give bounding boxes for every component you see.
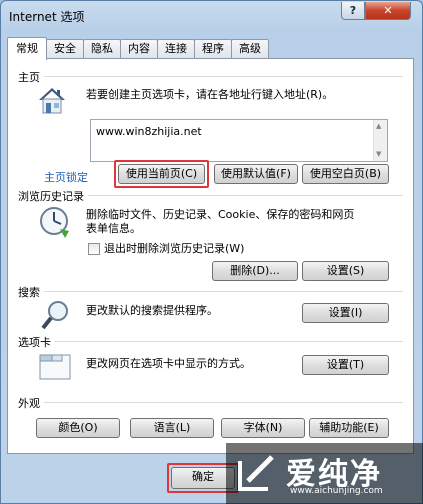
- tabs-group-label: 选项卡: [18, 334, 55, 350]
- delete-on-exit-label: 退出时删除浏览历史记录(W): [104, 242, 245, 255]
- watermark-overlay: 爱纯净 www.aichunjing.com: [226, 443, 423, 504]
- tabs-group-line: [18, 341, 403, 342]
- watermark-logo-icon: [238, 455, 274, 491]
- homepage-lock-link[interactable]: 主页锁定: [44, 169, 88, 185]
- fonts-button[interactable]: 字体(N): [221, 418, 305, 438]
- history-settings-button[interactable]: 设置(S): [302, 261, 389, 281]
- use-current-button[interactable]: 使用当前页(C): [118, 164, 205, 184]
- use-default-button[interactable]: 使用默认值(F): [214, 164, 298, 184]
- tab-connections[interactable]: 连接: [157, 39, 195, 59]
- tab-security[interactable]: 安全: [46, 39, 84, 59]
- history-description-line1: 删除临时文件、历史记录、Cookie、保存的密码和网页: [86, 208, 355, 221]
- homepage-url-value: www.win8zhijia.net: [96, 125, 202, 138]
- tab-advanced[interactable]: 高级: [231, 39, 269, 59]
- homepage-url-input[interactable]: www.win8zhijia.net ▲ ▼: [90, 119, 388, 162]
- tabs-icon: [39, 354, 71, 380]
- tab-content[interactable]: 内容: [120, 39, 158, 59]
- search-settings-button[interactable]: 设置(I): [302, 303, 389, 323]
- window-title: Internet 选项: [9, 10, 85, 24]
- close-button[interactable]: ✕: [365, 2, 411, 20]
- search-group-label: 搜索: [18, 284, 44, 300]
- appearance-group-label: 外观: [18, 395, 44, 411]
- search-description: 更改默认的搜索提供程序。: [86, 304, 218, 317]
- homepage-group-label: 主页: [18, 69, 44, 85]
- tab-privacy[interactable]: 隐私: [83, 39, 121, 59]
- url-scrollbar[interactable]: ▲ ▼: [373, 120, 387, 161]
- accessibility-button[interactable]: 辅助功能(E): [309, 418, 389, 438]
- magnifier-icon: [41, 301, 68, 330]
- help-button[interactable]: ?: [341, 2, 365, 20]
- delete-history-button[interactable]: 删除(D)...: [212, 261, 298, 281]
- history-group-label: 浏览历史记录: [18, 188, 88, 204]
- internet-options-window: Internet 选项 ? ✕ 常规 安全 隐私 内容 连接 程序 高级 主页 …: [0, 0, 423, 504]
- house-icon: [39, 88, 65, 114]
- general-tab-panel: 主页 若要创建主页选项卡，请在各地址行键入地址(R)。 www.win8zhij…: [7, 58, 414, 454]
- use-blank-button[interactable]: 使用空白页(B): [302, 164, 389, 184]
- colors-button[interactable]: 颜色(O): [36, 418, 120, 438]
- homepage-description: 若要创建主页选项卡，请在各地址行键入地址(R)。: [86, 88, 334, 101]
- homepage-group-line: [18, 76, 403, 77]
- history-description-line2: 表单信息。: [86, 222, 141, 235]
- tab-general[interactable]: 常规: [7, 37, 47, 60]
- title-bar[interactable]: Internet 选项 ? ✕: [1, 1, 422, 31]
- languages-button[interactable]: 语言(L): [130, 418, 214, 438]
- tabs-description: 更改网页在选项卡中显示的方式。: [86, 357, 251, 370]
- tabs-settings-button[interactable]: 设置(T): [302, 355, 389, 375]
- search-group-line: [18, 291, 403, 292]
- watermark-url: www.aichunjing.com: [290, 486, 383, 496]
- delete-on-exit-checkbox[interactable]: [88, 243, 100, 255]
- history-clock-icon: [40, 207, 69, 238]
- appearance-group-line: [18, 402, 403, 403]
- tab-programs[interactable]: 程序: [194, 39, 232, 59]
